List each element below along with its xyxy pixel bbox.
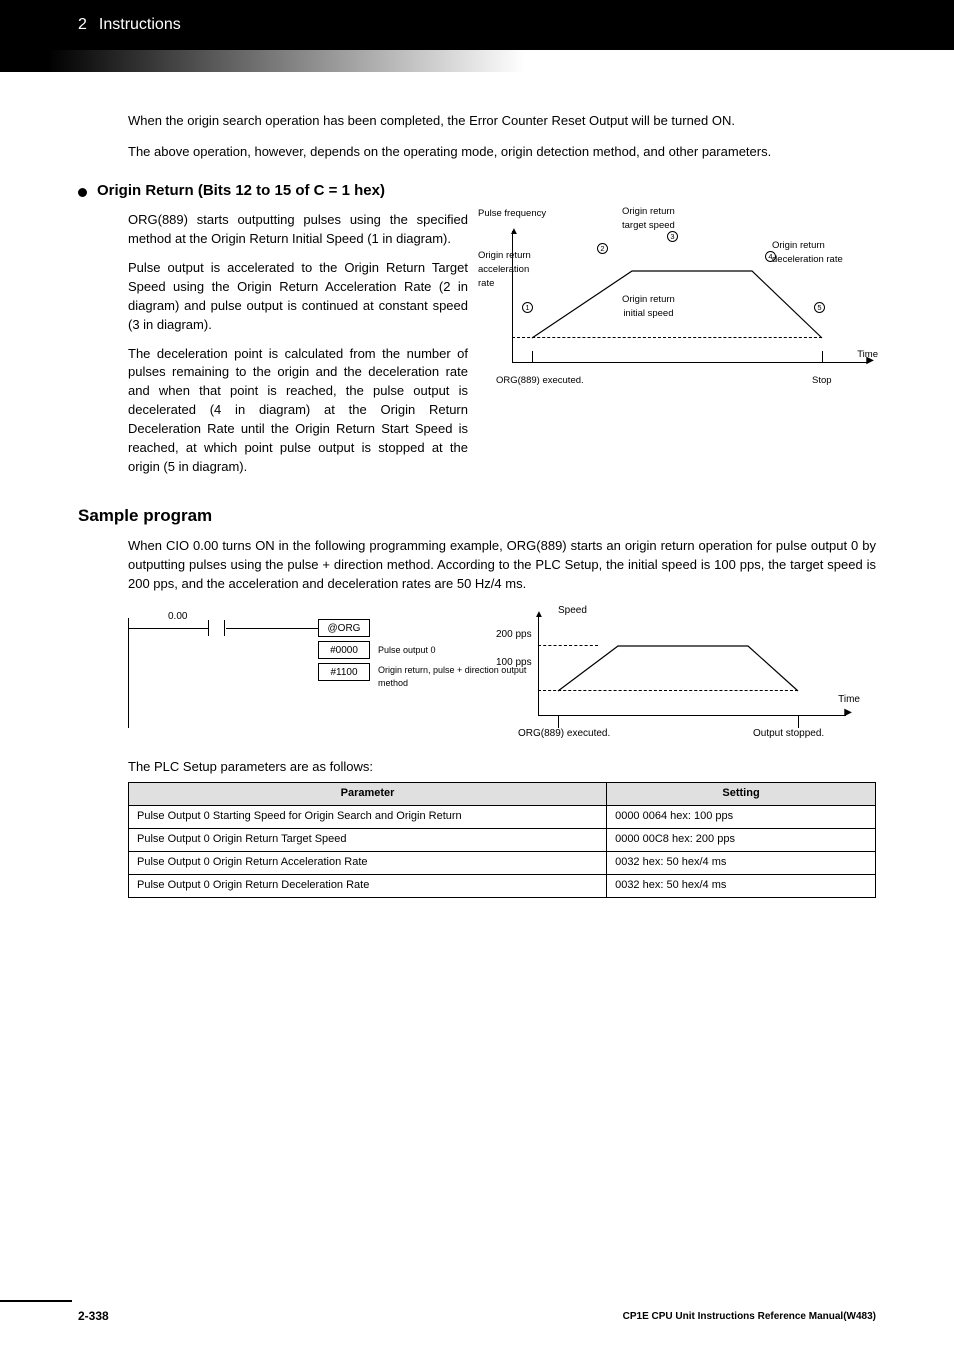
label-stop: Stop [812, 374, 832, 388]
ladder-box-org: @ORG [318, 619, 370, 637]
bullet-dot-icon [78, 188, 87, 197]
table-cell: Pulse Output 0 Starting Speed for Origin… [129, 806, 607, 829]
origin-return-p2: Pulse output is accelerated to the Origi… [128, 259, 468, 334]
table-cell: 0000 00C8 hex: 200 pps [607, 829, 876, 852]
page-number: 2-338 [78, 1309, 109, 1323]
section-heading-text: Origin Return (Bits 12 to 15 of C = 1 he… [97, 180, 385, 202]
chart-y200: 200 pps [496, 628, 532, 643]
table-row: Pulse Output 0 Origin Return Deceleratio… [129, 875, 876, 898]
origin-return-p3: The deceleration point is calculated fro… [128, 345, 468, 477]
label-initial-speed: Origin return initial speed [622, 293, 675, 321]
table-cell: Pulse Output 0 Origin Return Target Spee… [129, 829, 607, 852]
section-heading-origin-return: Origin Return (Bits 12 to 15 of C = 1 he… [78, 180, 876, 202]
table-cell: 0032 hex: 50 hex/4 ms [607, 852, 876, 875]
table-intro-text: The PLC Setup parameters are as follows: [128, 758, 876, 777]
manual-title: CP1E CPU Unit Instructions Reference Man… [623, 1311, 876, 1322]
ladder-label-operand1: Pulse output 0 [378, 644, 436, 657]
table-row: Pulse Output 0 Starting Speed for Origin… [129, 806, 876, 829]
y-axis-arrow-icon: ▲ [534, 608, 544, 623]
origin-return-p1: ORG(889) starts outputting pulses using … [128, 211, 468, 249]
intro-paragraph-2: The above operation, however, depends on… [128, 143, 876, 162]
ladder-box-operand2: #1100 [318, 663, 370, 681]
chart-ylabel: Speed [558, 604, 587, 619]
y-axis-arrow-icon: ▲ [509, 225, 519, 240]
origin-return-diagram: ▲ ▶ 1 2 3 4 5 Pulse frequency Or [482, 211, 876, 381]
label-pulse-frequency: Pulse frequency [478, 207, 558, 221]
chart-executed-label: ORG(889) executed. [518, 727, 610, 742]
table-header-setting: Setting [607, 783, 876, 806]
chapter-title: Instructions [99, 16, 181, 34]
table-header-parameter: Parameter [129, 783, 607, 806]
speed-trapezoid [538, 636, 828, 716]
chapter-number: 2 [78, 16, 87, 34]
page-header: 2 Instructions [0, 0, 954, 50]
chart-y100: 100 pps [496, 656, 532, 671]
page-footer: 2-338 CP1E CPU Unit Instructions Referen… [0, 1306, 954, 1326]
trapezoid-profile [512, 263, 842, 363]
heading-sample-program: Sample program [78, 504, 876, 529]
label-accel-rate: Origin return acceleration rate [478, 249, 531, 290]
label-executed: ORG(889) executed. [496, 374, 584, 388]
label-decel-rate: Origin return deceleration rate [772, 239, 843, 267]
table-row: Pulse Output 0 Origin Return Acceleratio… [129, 852, 876, 875]
table-cell: Pulse Output 0 Origin Return Acceleratio… [129, 852, 607, 875]
table-row: Pulse Output 0 Origin Return Target Spee… [129, 829, 876, 852]
ladder-diagram: 0.00 @ORG #0000 #1100 Pulse output 0 Ori… [128, 606, 468, 736]
table-cell: Pulse Output 0 Origin Return Deceleratio… [129, 875, 607, 898]
table-cell: 0032 hex: 50 hex/4 ms [607, 875, 876, 898]
chart-time-label: Time [838, 693, 860, 708]
ladder-contact-address: 0.00 [168, 610, 187, 625]
ladder-box-operand1: #0000 [318, 641, 370, 659]
x-axis-arrow-icon: ▶ [844, 706, 852, 721]
speed-profile-chart: ▲ ▶ Speed 200 pps 100 pps Time ORG(889) … [488, 606, 858, 746]
origin-return-text-column: ORG(889) starts outputting pulses using … [128, 211, 468, 486]
plc-setup-parameters-table: Parameter Setting Pulse Output 0 Startin… [128, 782, 876, 898]
table-cell: 0000 0064 hex: 100 pps [607, 806, 876, 829]
marker-3: 3 [667, 231, 678, 242]
label-time: Time [857, 348, 878, 362]
label-target-speed: Origin return target speed [622, 205, 675, 233]
footer-rule [0, 1300, 72, 1302]
marker-2: 2 [597, 243, 608, 254]
intro-paragraph-1: When the origin search operation has bee… [128, 112, 876, 131]
sample-description: When CIO 0.00 turns ON in the following … [128, 537, 876, 594]
chart-stopped-label: Output stopped. [753, 727, 824, 742]
header-gradient [0, 50, 954, 72]
page-body: When the origin search operation has bee… [0, 72, 954, 898]
